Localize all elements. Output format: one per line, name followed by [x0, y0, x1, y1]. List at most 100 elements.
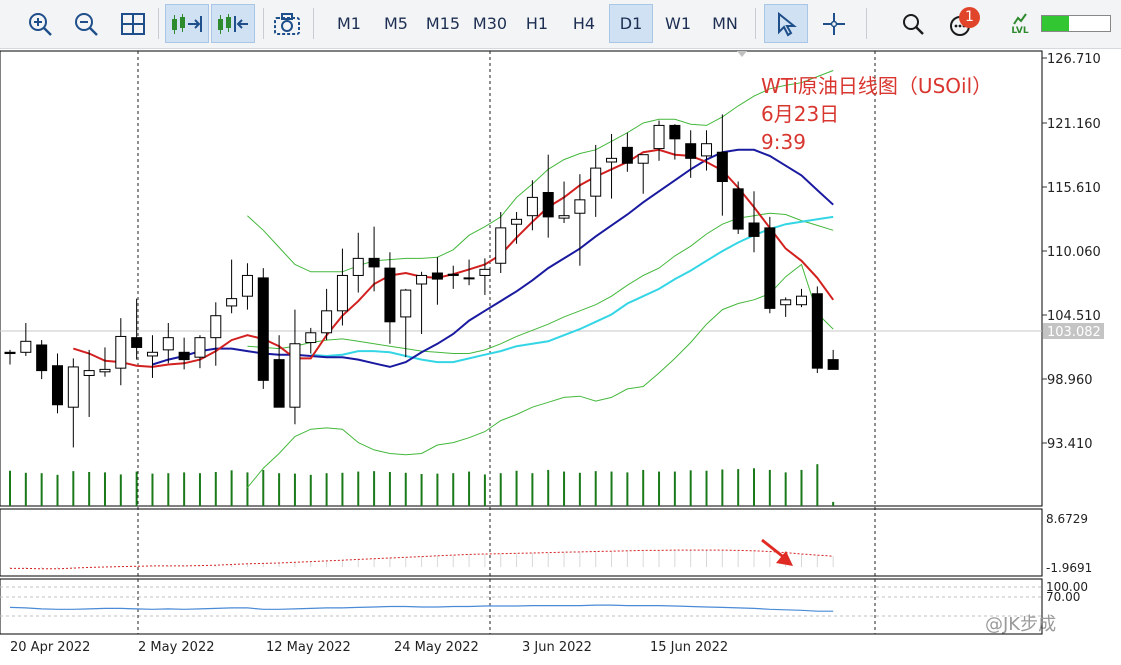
date-label: 24 May 2022 [394, 640, 479, 655]
zoom-in-icon[interactable] [24, 4, 56, 43]
candle-body [463, 277, 475, 280]
candle [764, 216, 776, 314]
candle-body [194, 337, 206, 358]
timeframe-m1[interactable]: M1 [327, 4, 371, 43]
candle-body [701, 143, 713, 157]
date-label: 15 Jun 2022 [650, 640, 728, 655]
date-label: 3 Jun 2022 [522, 640, 592, 655]
timeframe-m30[interactable]: M30 [468, 4, 512, 43]
annotation-date: 6月23日 [761, 102, 840, 126]
candle-body [384, 267, 396, 323]
candle-body [241, 274, 253, 297]
timeframe-mn[interactable]: MN [703, 4, 747, 43]
candle-body [796, 295, 807, 306]
candle-body [653, 124, 665, 150]
candle-body [526, 196, 538, 217]
candle-body [716, 151, 728, 183]
annotation-title: WTi原油日线图（USOil） [761, 74, 993, 98]
candle-body [162, 337, 174, 351]
annotation-time: 9:39 [761, 130, 806, 154]
candle-body [606, 157, 618, 163]
price-label: 115.610 [1047, 181, 1101, 196]
candle-body [416, 274, 428, 285]
candle-body [732, 188, 744, 230]
price-label: 93.410 [1047, 437, 1093, 452]
toolbar: M1 M5 M15 M30 H1 H4 D1 W1 MN 1 LVL [0, 0, 1121, 49]
macd-axis: 8.6729 -1.9691 [1046, 512, 1092, 575]
candle-body [827, 359, 839, 370]
candle-body [257, 277, 269, 381]
candle-body [83, 370, 95, 376]
grid-icon[interactable] [117, 4, 149, 43]
watermark: @JK步成 [985, 614, 1057, 635]
current-price-label: 103.082 [1047, 325, 1101, 340]
candle-body [289, 343, 301, 408]
candle-body [637, 154, 649, 164]
candle-body [780, 299, 792, 306]
candle-body [479, 268, 491, 276]
price-label: 121.160 [1047, 117, 1101, 132]
price-label: 104.510 [1047, 309, 1101, 324]
connection-bar [1041, 15, 1111, 32]
candle-body [431, 272, 443, 280]
candle-body [321, 310, 333, 334]
candle-body [20, 340, 32, 353]
candle-body [590, 167, 602, 197]
candle-body [811, 293, 823, 369]
candle-body [67, 366, 79, 408]
price-label: 110.060 [1047, 245, 1101, 260]
candle-body [368, 257, 380, 268]
candle-body [352, 257, 364, 276]
price-label: 98.960 [1047, 373, 1093, 388]
candle-body [4, 351, 16, 355]
macd-axis-label: 8.6729 [1046, 512, 1088, 526]
rsi-axis-label: 70.00 [1046, 590, 1080, 604]
candle-body [558, 215, 570, 219]
candle-body [495, 227, 507, 264]
screenshot-icon[interactable] [271, 4, 303, 43]
candle-body [146, 351, 158, 357]
autoscroll-icon[interactable] [165, 4, 209, 43]
date-label: 12 May 2022 [266, 640, 351, 655]
cursor-icon[interactable] [764, 4, 808, 43]
timeframe-w1[interactable]: W1 [656, 4, 700, 43]
timeframe-d1[interactable]: D1 [609, 4, 653, 43]
candle-body [51, 365, 63, 406]
timeframe-h1[interactable]: H1 [515, 4, 559, 43]
date-label: 2 May 2022 [138, 640, 215, 655]
candle-body [36, 344, 48, 372]
candle-body [764, 227, 776, 309]
candle [732, 181, 744, 234]
candle-body [178, 351, 190, 361]
timeframe-m15[interactable]: M15 [421, 4, 465, 43]
chart-annotation: WTi原油日线图（USOil） 6月23日 9:39 [761, 72, 992, 156]
candle-body [669, 124, 681, 140]
date-axis: 20 Apr 2022 2 May 2022 12 May 2022 24 Ma… [10, 640, 728, 655]
candle-body [131, 337, 143, 348]
candle-body [574, 199, 586, 214]
date-label: 20 Apr 2022 [10, 640, 90, 655]
chart-shift-icon[interactable] [211, 4, 255, 43]
zoom-out-icon[interactable] [70, 4, 102, 43]
rsi-axis: 100.00 70.00 [1046, 580, 1088, 604]
search-icon[interactable] [897, 4, 929, 43]
candle-body [511, 218, 523, 225]
signal-level-icon[interactable]: LVL [1004, 4, 1036, 43]
candle-body [542, 192, 554, 218]
candle-body [336, 274, 348, 312]
timeframe-m5[interactable]: M5 [374, 4, 418, 43]
price-axis: 126.710 121.160 115.610 110.060 104.510 … [1042, 52, 1104, 452]
candle-body [748, 222, 760, 237]
timeframe-h4[interactable]: H4 [562, 4, 606, 43]
crosshair-icon[interactable] [816, 4, 852, 43]
price-label: 126.710 [1047, 52, 1101, 67]
notification-badge: 1 [959, 7, 980, 28]
candle-body [226, 298, 238, 307]
candle-body [99, 368, 111, 373]
candle-body [273, 359, 285, 408]
candle-body [685, 143, 697, 159]
level-label: LVL [1011, 25, 1029, 36]
candle-body [305, 332, 317, 344]
candle-body [115, 335, 127, 369]
candle-body [621, 146, 633, 164]
